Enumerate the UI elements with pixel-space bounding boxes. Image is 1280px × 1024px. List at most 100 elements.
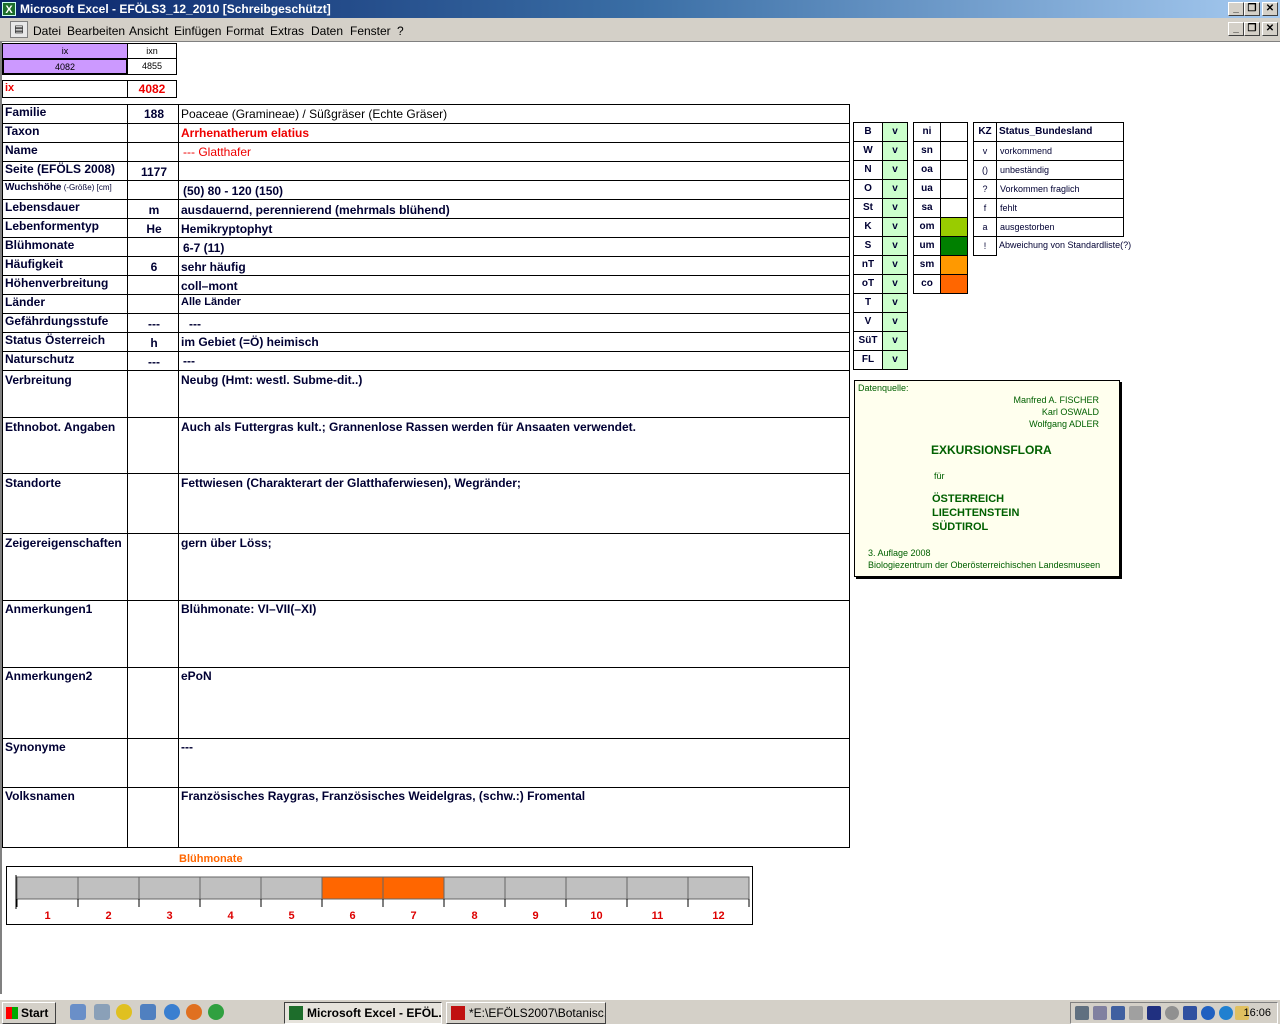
worksheet[interactable]: ix ixn 4082 4855 ix 4082 Familie 188 Poa…: [0, 42, 1280, 994]
source-author3: Wolfgang ADLER: [1029, 419, 1099, 429]
menu-fenster[interactable]: Fenster: [350, 24, 391, 38]
month-bar: [382, 876, 445, 900]
land-code-cell: oT: [853, 274, 883, 294]
label-verbreitung: Verbreitung: [2, 370, 128, 418]
explorer-icon[interactable]: [94, 1004, 110, 1020]
show-desktop-icon[interactable]: [70, 1004, 86, 1020]
source-author2: Karl OSWALD: [1041, 407, 1099, 417]
close-button[interactable]: ✕: [1262, 2, 1278, 16]
task-editor[interactable]: *E:\EFÖLS2007\Botanisc...: [446, 1002, 606, 1024]
month-label: 12: [712, 910, 724, 922]
workbook-icon[interactable]: ▤: [10, 21, 28, 38]
menu-extras[interactable]: Extras: [270, 24, 304, 38]
tray-icon-9[interactable]: [1219, 1006, 1233, 1020]
menu-datei[interactable]: Datei: [33, 24, 61, 38]
name-code: [127, 142, 179, 162]
legend-text-cell: Abweichung von Standardliste(?): [999, 240, 1132, 250]
maximize-button[interactable]: ❐: [1244, 2, 1260, 16]
minimize-button[interactable]: _: [1228, 2, 1244, 16]
doc-close-button[interactable]: ✕: [1262, 22, 1278, 36]
task-excel[interactable]: Microsoft Excel - EFÖL...: [284, 1002, 442, 1024]
legend-kz-header: KZ: [973, 122, 997, 142]
menu-ansicht[interactable]: Ansicht: [129, 24, 168, 38]
familie-code: 188: [127, 104, 179, 124]
lebenformentyp-code: He: [127, 218, 179, 238]
menu-format[interactable]: Format: [226, 24, 264, 38]
media-player-icon[interactable]: [116, 1004, 132, 1020]
month-label: 4: [227, 910, 234, 922]
month-bar: [504, 876, 567, 900]
land-status-cell: v: [882, 179, 908, 199]
month-bar: [199, 876, 262, 900]
lebenformentyp-value: Hemikryptophyt: [178, 218, 850, 238]
ix-header: ix: [2, 43, 128, 59]
status-oesterreich-value: im Gebiet (=Ö) heimisch: [178, 332, 850, 352]
anmerkungen2-value: ePoN: [178, 667, 850, 739]
anmerkungen1-value: Blühmonate: VI–VII(–XI): [178, 600, 850, 668]
firefox-icon[interactable]: [186, 1004, 202, 1020]
legend-text-cell: ausgestorben: [996, 217, 1124, 237]
source-label: Datenquelle:: [858, 383, 909, 393]
month-bar: [77, 876, 140, 900]
hoehenverbreitung-code: [127, 275, 179, 295]
legend-kz-cell: ?: [973, 179, 997, 199]
month-bar: [565, 876, 628, 900]
label-naturschutz: Naturschutz: [2, 351, 128, 371]
task-editor-label: *E:\EFÖLS2007\Botanisc...: [469, 1006, 606, 1020]
menu-bearbeiten[interactable]: Bearbeiten: [67, 24, 125, 38]
tray-icon-7[interactable]: [1183, 1006, 1197, 1020]
standorte-code: [127, 473, 179, 534]
chrome-icon[interactable]: [208, 1004, 224, 1020]
label-haeufigkeit: Häufigkeit: [2, 256, 128, 276]
bluehmonate-chart-svg: 1 2 3 4 5 6 7 8 9 10 11 12: [15, 875, 750, 922]
network-icon[interactable]: [140, 1004, 156, 1020]
hoehe-color-cell: [940, 274, 968, 294]
windows-logo-icon: [6, 1007, 18, 1019]
ix-input[interactable]: 4082: [2, 58, 128, 75]
label-status-oesterreich: Status Österreich: [2, 332, 128, 352]
land-code-cell: B: [853, 122, 883, 142]
source-publisher: Biologiezentrum der Oberösterreichischen…: [868, 560, 1101, 570]
ix-big-value: 4082: [127, 80, 177, 98]
tray-icon-4[interactable]: [1129, 1006, 1143, 1020]
menu-help[interactable]: ?: [397, 24, 404, 38]
tray-shield-icon[interactable]: [1147, 1006, 1161, 1020]
month-label: 1: [44, 910, 50, 922]
land-status-cell: v: [882, 255, 908, 275]
legend-kz-cell: (): [973, 160, 997, 180]
legend-text-cell: fehlt: [996, 198, 1124, 218]
month-label: 9: [532, 910, 538, 922]
tray-search-icon[interactable]: [1111, 1006, 1125, 1020]
tray-info-icon[interactable]: [1201, 1006, 1215, 1020]
name-value: --- Glatthafer: [178, 142, 850, 162]
doc-restore-button[interactable]: ❐: [1244, 22, 1260, 36]
hoehe-code-cell: oa: [913, 160, 941, 180]
window-title-bar[interactable]: X Microsoft Excel - EFÖLS3_12_2010 [Schr…: [0, 0, 1280, 18]
land-code-cell: S: [853, 236, 883, 256]
bluehmonate-code: [127, 237, 179, 257]
excel-app-icon[interactable]: X: [2, 2, 16, 16]
menu-daten[interactable]: Daten: [311, 24, 343, 38]
hoehe-code-cell: co: [913, 274, 941, 294]
month-label: 3: [166, 910, 172, 922]
bluehmonate-value: 6-7 (11): [178, 237, 850, 257]
land-code-cell: FL: [853, 350, 883, 370]
internet-explorer-icon[interactable]: [164, 1004, 180, 1020]
tray-icon-6[interactable]: [1165, 1006, 1179, 1020]
legend-kz-cell: !: [973, 236, 997, 256]
zeigereigenschaften-code: [127, 533, 179, 601]
label-hoehenverbreitung: Höhenverbreitung: [2, 275, 128, 295]
volksnamen-code: [127, 787, 179, 848]
hoehe-code-cell: sm: [913, 255, 941, 275]
month-bar: [321, 876, 384, 900]
month-bar: [687, 876, 750, 900]
month-bar: [443, 876, 506, 900]
source-country2: LIECHTENSTEIN: [932, 507, 1020, 519]
label-seite: Seite (EFÖLS 2008): [2, 161, 128, 181]
tray-icon-1[interactable]: [1075, 1006, 1089, 1020]
tray-icon-2[interactable]: [1093, 1006, 1107, 1020]
doc-minimize-button[interactable]: _: [1228, 22, 1244, 36]
menu-einfuegen[interactable]: Einfügen: [174, 24, 221, 38]
start-button[interactable]: Start: [2, 1002, 56, 1024]
legend-kz-cell: v: [973, 141, 997, 161]
